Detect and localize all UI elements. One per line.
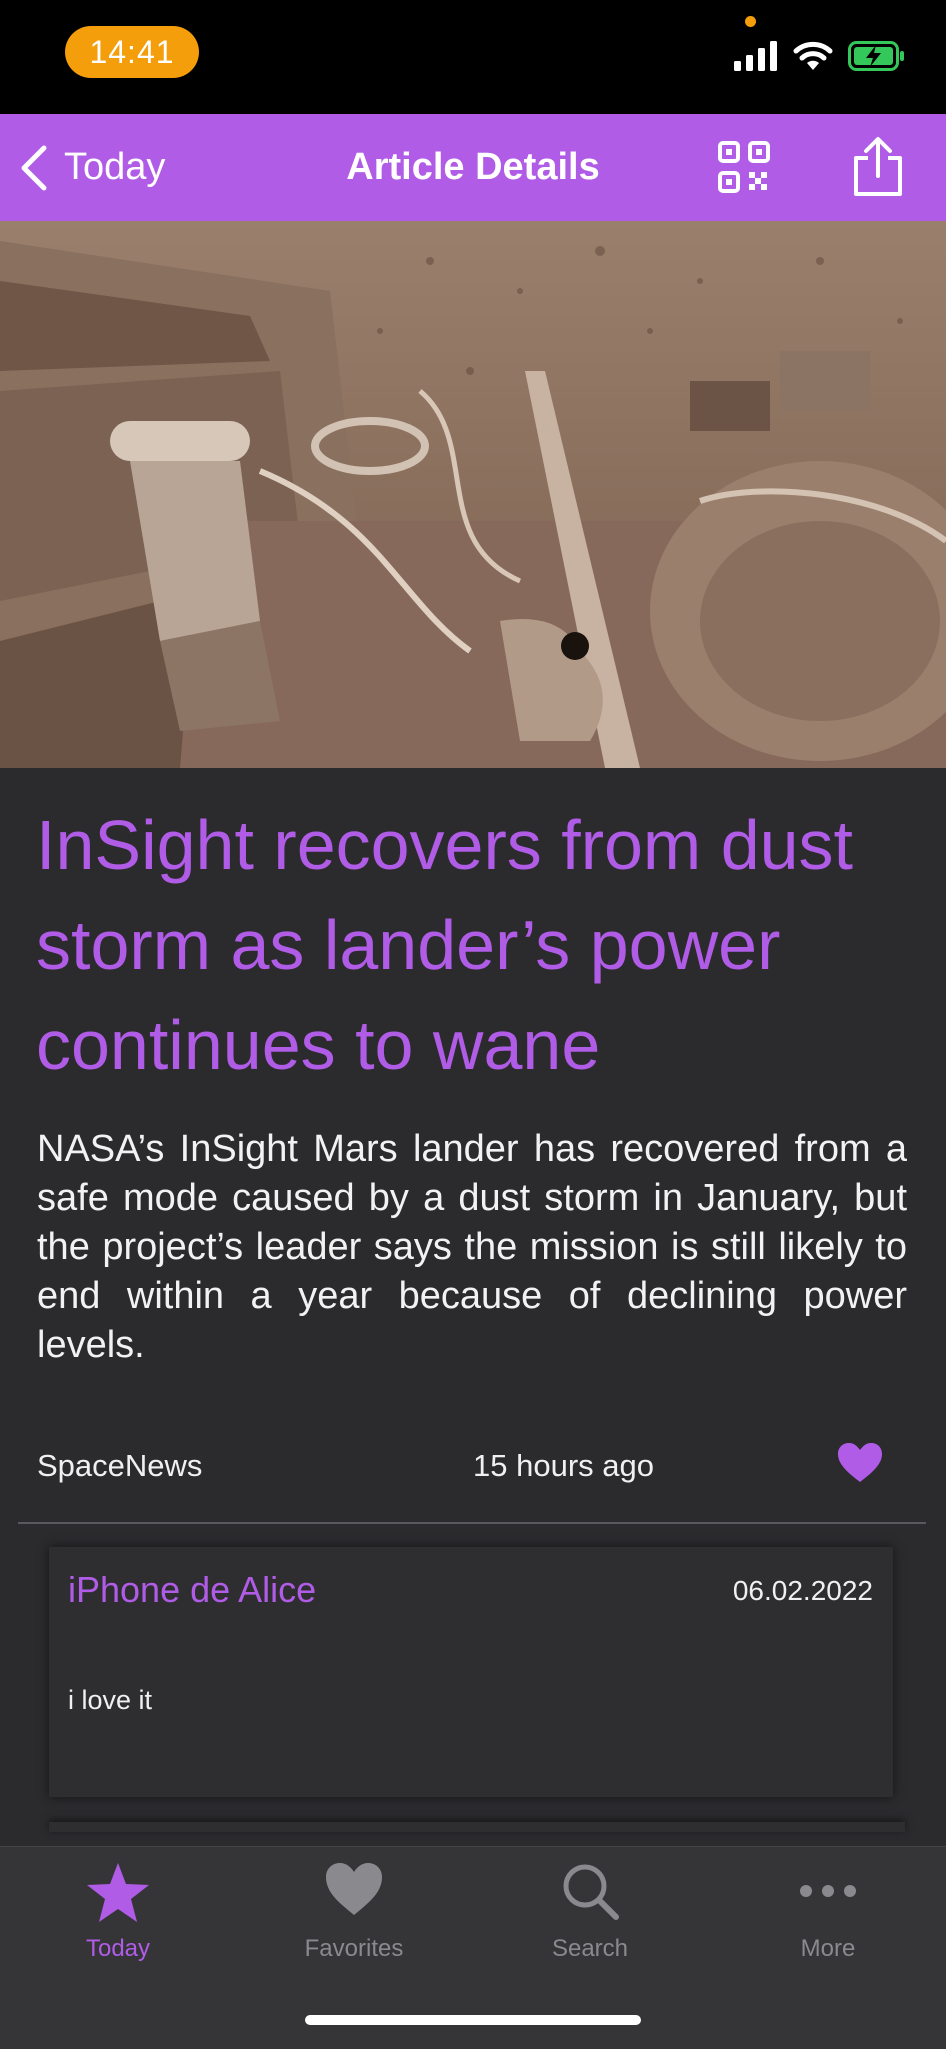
heart-icon [326, 1863, 382, 1915]
tab-label-search: Search [551, 1935, 629, 1962]
comment-date: 06.02.2022 [732, 1575, 873, 1606]
tab-label-favorites: Favorites [304, 1935, 404, 1962]
status-icons [734, 40, 906, 72]
next-comment-card[interactable] [49, 1822, 905, 1832]
article-source[interactable]: SpaceNews [37, 1448, 202, 1484]
wifi-icon [793, 41, 833, 70]
status-time: 14:41 [65, 26, 199, 78]
mars-lander-image [0, 221, 946, 768]
back-label: Today [64, 146, 166, 188]
share-button[interactable] [850, 136, 906, 198]
page-title: Article Details [346, 146, 600, 188]
article-summary: NASA’s InSight Mars lander has recovered… [37, 1128, 907, 1366]
star-icon [87, 1863, 149, 1922]
cellular-signal-icon [734, 41, 777, 71]
more-icon [800, 1885, 856, 1897]
navigation-bar: Today Article Details [0, 114, 946, 221]
status-bar: 14:41 [0, 0, 946, 114]
article-timestamp: 15 hours ago [473, 1448, 654, 1483]
heart-icon [838, 1443, 882, 1482]
qr-code-button[interactable] [718, 141, 770, 193]
home-indicator[interactable] [305, 2015, 641, 2025]
battery-charging-icon [848, 41, 904, 71]
tab-today[interactable]: Today [0, 1847, 236, 1967]
back-button[interactable]: Today [18, 114, 165, 221]
comment-author: iPhone de Alice [68, 1569, 317, 1610]
article-hero-image [0, 221, 946, 768]
privacy-indicator-dot [745, 16, 756, 27]
tab-favorites[interactable]: Favorites [236, 1847, 472, 1967]
comment-text: i love it [68, 1685, 153, 1715]
divider [18, 1522, 926, 1524]
tab-search[interactable]: Search [472, 1847, 708, 1967]
article-meta: SpaceNews 15 hours ago [37, 1443, 883, 1488]
article-title: InSight recovers from dust storm as land… [36, 806, 853, 1084]
tab-label-more: More [800, 1935, 856, 1962]
search-icon [563, 1864, 619, 1920]
chevron-left-icon [21, 145, 47, 190]
tab-more[interactable]: More [710, 1847, 946, 1967]
comment-card[interactable]: iPhone de Alice 06.02.2022 i love it [49, 1547, 893, 1797]
share-icon [854, 137, 902, 196]
tab-label-today: Today [85, 1935, 151, 1962]
favorite-button[interactable] [837, 1442, 883, 1484]
qr-code-icon [718, 141, 770, 193]
